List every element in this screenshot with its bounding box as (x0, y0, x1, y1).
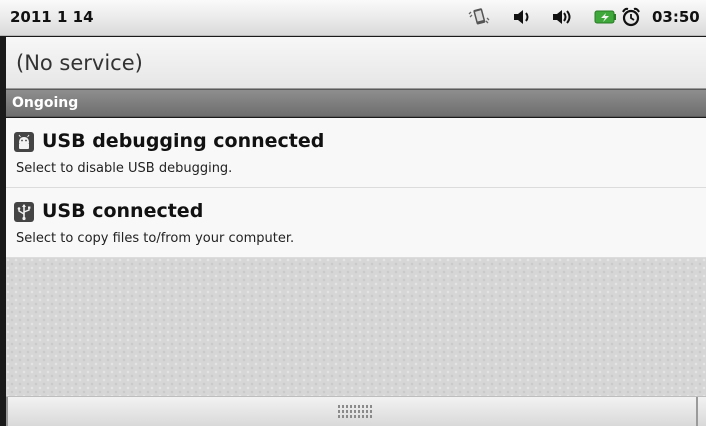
alarm-clock-icon (622, 7, 640, 27)
status-time: 03:50 (652, 8, 700, 26)
close-handle-bar[interactable] (6, 396, 706, 426)
status-date: 2011 1 14 (10, 8, 94, 26)
notification-text: Select to copy files to/from your comput… (16, 231, 295, 246)
notification-title: USB connected (42, 200, 204, 222)
android-debug-icon (14, 132, 34, 152)
volume-icon (514, 10, 529, 24)
notification-usb-debugging[interactable]: USB debugging connected Select to disabl… (6, 118, 706, 188)
battery-charging-icon (594, 10, 616, 24)
ongoing-section-header: Ongoing (6, 89, 706, 117)
handle-left-edge (6, 397, 8, 426)
notification-empty-area (6, 258, 706, 396)
status-bar[interactable]: 2011 1 14 03:50 (0, 0, 706, 36)
volume-loud-icon (553, 10, 571, 24)
notification-title: USB debugging connected (42, 130, 325, 152)
handle-right-edge (696, 397, 698, 426)
carrier-label: (No service) (6, 37, 706, 89)
usb-icon (14, 202, 34, 222)
vibrate-icon (468, 8, 490, 25)
drag-grip-icon[interactable] (338, 405, 374, 419)
notification-usb-connected[interactable]: USB connected Select to copy files to/fr… (6, 188, 706, 258)
notification-text: Select to disable USB debugging. (16, 161, 233, 176)
